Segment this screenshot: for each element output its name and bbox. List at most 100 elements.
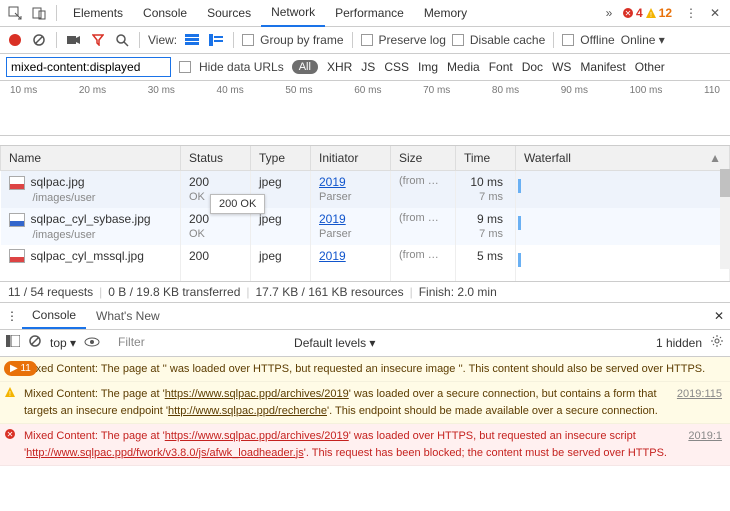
message-text: Mixed Content: The page at 'https://www.…: [24, 430, 667, 459]
filter-type-font[interactable]: Font: [489, 60, 513, 74]
filter-type-other[interactable]: Other: [635, 60, 665, 74]
record-button[interactable]: [6, 31, 24, 49]
filter-type-css[interactable]: CSS: [384, 60, 409, 74]
more-tabs-icon[interactable]: »: [598, 2, 620, 24]
context-select[interactable]: top ▾: [50, 336, 76, 350]
warning-icon: !: [4, 386, 16, 404]
overview-icon[interactable]: [207, 31, 225, 49]
filter-type-manifest[interactable]: Manifest: [580, 60, 625, 74]
message-link[interactable]: http://www.sqlpac.ppd/recherche: [168, 405, 327, 417]
filter-type-img[interactable]: Img: [418, 60, 438, 74]
message-source[interactable]: 2019:115: [677, 386, 722, 403]
tab-elements[interactable]: Elements: [63, 0, 133, 27]
console-toolbar: top ▾ Default levels ▾ 1 hidden: [0, 330, 730, 357]
message-source[interactable]: 2019:1: [688, 428, 722, 445]
drawer-tab-what-s-new[interactable]: What's New: [86, 302, 170, 329]
network-toolbar: View: Group by frame Preserve log Disabl…: [0, 27, 730, 54]
timeline-tick: 100 ms: [630, 85, 663, 96]
search-icon[interactable]: [113, 31, 131, 49]
waterfall-cell: [516, 208, 730, 245]
hidden-count[interactable]: 1 hidden: [656, 336, 702, 350]
console-message[interactable]: !2019:115Mixed Content: The page at 'htt…: [0, 382, 730, 424]
filter-type-media[interactable]: Media: [447, 60, 480, 74]
svg-text:!: !: [9, 391, 11, 398]
requests-table: NameStatusTypeInitiatorSizeTimeWaterfall…: [0, 146, 730, 281]
disable-cache-checkbox[interactable]: [452, 34, 464, 46]
disable-cache-label: Disable cache: [470, 33, 545, 47]
message-link[interactable]: https://www.sqlpac.ppd/archives/2019: [165, 430, 349, 442]
summary-requests: 11 / 54 requests: [8, 285, 93, 299]
console-sidebar-icon[interactable]: [6, 335, 20, 350]
file-icon: [9, 176, 25, 190]
hide-urls-checkbox[interactable]: [179, 61, 191, 73]
camera-icon[interactable]: [65, 31, 83, 49]
group-checkbox[interactable]: [242, 34, 254, 46]
filter-type-xhr[interactable]: XHR: [327, 60, 352, 74]
status-text: OK: [189, 191, 205, 203]
file-icon: [9, 249, 25, 263]
timeline-tick: 70 ms: [423, 85, 450, 96]
device-icon[interactable]: [28, 2, 50, 24]
table-row[interactable]: sqlpac_cyl_mssql.jpg200jpeg2019(from …5 …: [1, 245, 730, 281]
status-code: 200: [189, 249, 209, 263]
inspect-icon[interactable]: [4, 2, 26, 24]
filter-type-js[interactable]: JS: [361, 60, 375, 74]
svg-text:!: !: [650, 12, 652, 19]
file-path: /images/user: [33, 229, 96, 241]
gear-icon[interactable]: [710, 334, 724, 351]
tab-performance[interactable]: Performance: [325, 0, 414, 27]
timeline-overview[interactable]: 10 ms20 ms30 ms40 ms50 ms60 ms70 ms80 ms…: [0, 81, 730, 136]
table-row[interactable]: sqlpac.jpg/images/user200OKjpeg2019Parse…: [1, 171, 730, 208]
tab-network[interactable]: Network: [261, 0, 325, 27]
table-scrollbar[interactable]: [720, 169, 730, 269]
message-link[interactable]: http://www.sqlpac.ppd/fwork/v3.8.0/js/af…: [26, 447, 304, 459]
filter-input[interactable]: [6, 57, 171, 77]
console-messages: ▶ 11Mixed Content: The page at '' was lo…: [0, 357, 730, 467]
preserve-checkbox[interactable]: [361, 34, 373, 46]
eye-icon[interactable]: [84, 336, 100, 350]
table-row[interactable]: sqlpac_cyl_sybase.jpg/images/user200OKjp…: [1, 208, 730, 245]
initiator-link[interactable]: 2019: [319, 249, 346, 263]
error-warning-counts[interactable]: ✕ 4 ! 12: [622, 6, 672, 20]
column-type[interactable]: Type: [251, 146, 311, 171]
filter-type-doc[interactable]: Doc: [522, 60, 543, 74]
file-icon: [9, 213, 25, 227]
tab-memory[interactable]: Memory: [414, 0, 477, 27]
large-rows-icon[interactable]: [183, 31, 201, 49]
tab-sources[interactable]: Sources: [197, 0, 261, 27]
drawer-close-icon[interactable]: ✕: [714, 309, 724, 323]
initiator-sub: Parser: [319, 191, 351, 203]
initiator-link[interactable]: 2019: [319, 212, 346, 226]
console-filter-input[interactable]: [116, 333, 286, 352]
filter-icon[interactable]: [89, 31, 107, 49]
levels-select[interactable]: Default levels ▾: [294, 336, 375, 350]
close-icon[interactable]: ✕: [704, 2, 726, 24]
column-waterfall[interactable]: Waterfall▲: [516, 146, 730, 171]
tab-console[interactable]: Console: [133, 0, 197, 27]
filter-type-all[interactable]: All: [292, 60, 318, 74]
column-size[interactable]: Size: [391, 146, 456, 171]
kebab-icon[interactable]: ⋮: [680, 2, 702, 24]
console-message[interactable]: ✕2019:1Mixed Content: The page at 'https…: [0, 424, 730, 466]
clear-icon[interactable]: [30, 31, 48, 49]
initiator-link[interactable]: 2019: [319, 175, 346, 189]
size-cell: (from …: [391, 208, 456, 245]
column-initiator[interactable]: Initiator: [311, 146, 391, 171]
column-status[interactable]: Status: [181, 146, 251, 171]
console-message[interactable]: ▶ 11Mixed Content: The page at '' was lo…: [0, 357, 730, 383]
online-select[interactable]: Online ▾: [621, 33, 665, 47]
summary-bar: 11 / 54 requests| 0 B / 19.8 KB transfer…: [0, 281, 730, 303]
summary-transferred: 0 B / 19.8 KB transferred: [108, 285, 240, 299]
message-link[interactable]: https://www.sqlpac.ppd/archives/2019: [165, 388, 349, 400]
time-sub: 7 ms: [479, 228, 503, 240]
drawer-tab-console[interactable]: Console: [22, 302, 86, 329]
column-time[interactable]: Time: [456, 146, 516, 171]
drawer-kebab-icon[interactable]: ⋮: [6, 309, 18, 323]
filter-type-ws[interactable]: WS: [552, 60, 571, 74]
console-clear-icon[interactable]: [28, 334, 42, 351]
message-count-badge: ▶ 11: [4, 361, 37, 376]
timeline-tick: 60 ms: [354, 85, 381, 96]
main-toolbar: ElementsConsoleSourcesNetworkPerformance…: [0, 0, 730, 27]
column-name[interactable]: Name: [1, 146, 181, 171]
offline-checkbox[interactable]: [562, 34, 574, 46]
